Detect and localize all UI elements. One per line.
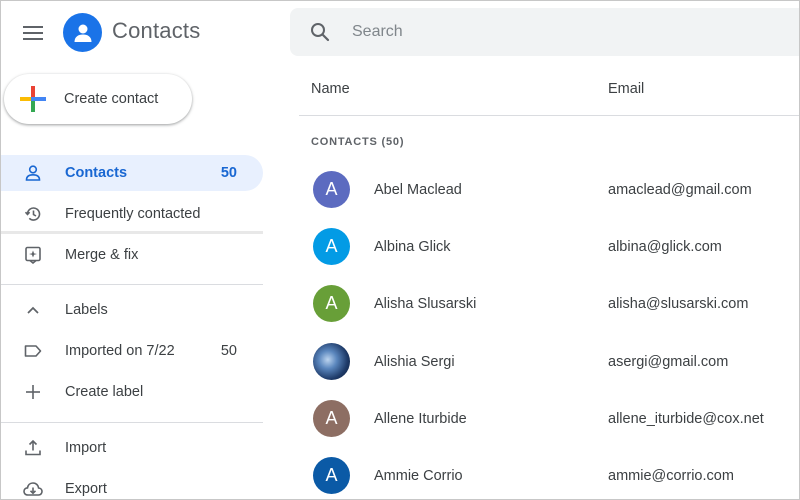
hamburger-menu-icon — [23, 26, 43, 40]
contact-email: allene_iturbide@cox.net — [608, 410, 764, 427]
contact-name: Ammie Corrio — [374, 467, 463, 484]
search-input[interactable] — [352, 23, 752, 41]
search-icon — [311, 23, 330, 42]
sidebar-item-merge-fix[interactable]: Merge & fix — [1, 237, 263, 273]
contacts-logo[interactable] — [63, 13, 102, 52]
sidebar-item-export[interactable]: Export — [1, 471, 263, 499]
avatar-photo — [313, 343, 350, 380]
avatar: A — [313, 171, 350, 208]
contacts-app: Contacts Create contact Contacts — [0, 0, 800, 500]
search-bar[interactable] — [290, 8, 799, 56]
search-button[interactable] — [296, 8, 344, 56]
contact-email: albina@glick.com — [608, 238, 722, 255]
avatar: A — [313, 457, 350, 494]
labels-section-toggle[interactable]: Labels — [1, 292, 263, 328]
main-menu-button[interactable] — [15, 15, 51, 51]
contact-row[interactable]: A Abel Maclead amaclead@gmail.com — [299, 161, 799, 218]
contact-email: ammie@corrio.com — [608, 467, 734, 484]
contact-row[interactable]: A Alisha Slusarski alisha@slusarski.com — [299, 275, 799, 332]
chevron-up-icon — [23, 300, 43, 320]
contact-row[interactable]: A Ammie Corrio ammie@corrio.com — [299, 447, 799, 499]
label-icon — [23, 341, 43, 361]
contacts-section-label: CONTACTS (50) — [311, 136, 405, 148]
sidebar-item-label: Contacts — [65, 165, 128, 181]
merge-fix-icon — [23, 245, 43, 265]
contact-row[interactable]: A Albina Glick albina@glick.com — [299, 218, 799, 275]
contact-name: Allene Iturbide — [374, 410, 467, 427]
contact-name: Alisha Slusarski — [374, 295, 477, 312]
colored-plus-icon — [20, 86, 46, 112]
contact-row[interactable]: A Allene Iturbide allene_iturbide@cox.ne… — [299, 390, 799, 447]
labels-section-header: Labels — [65, 302, 108, 318]
contact-name: Alishia Sergi — [374, 353, 455, 370]
contact-name: Albina Glick — [374, 238, 451, 255]
avatar: A — [313, 228, 350, 265]
person-icon — [23, 163, 43, 183]
upload-icon — [23, 438, 43, 458]
sidebar-item-label: Merge & fix — [65, 247, 139, 263]
sidebar-item-label: Import — [65, 440, 107, 456]
person-logo-icon — [74, 24, 91, 42]
history-icon — [23, 204, 43, 224]
sidebar-item-label: Imported on 7/22 — [65, 343, 175, 359]
column-header-name[interactable]: Name — [311, 81, 350, 97]
contact-name: Abel Maclead — [374, 181, 462, 198]
contact-row[interactable]: Alishia Sergi asergi@gmail.com — [299, 333, 799, 390]
header-divider — [299, 115, 799, 116]
contact-email: alisha@slusarski.com — [608, 295, 749, 312]
create-contact-button[interactable]: Create contact — [4, 74, 192, 124]
sidebar-item-frequently-contacted[interactable]: Frequently contacted — [1, 196, 263, 232]
sidebar-divider — [1, 231, 263, 234]
sidebar-divider — [1, 284, 263, 285]
contacts-count: 50 — [220, 165, 237, 181]
plus-icon — [23, 382, 43, 402]
sidebar-item-imported-label[interactable]: Imported on 7/22 50 — [1, 333, 263, 369]
column-header-email[interactable]: Email — [608, 81, 644, 97]
label-count: 50 — [220, 343, 237, 359]
sidebar-divider — [1, 422, 263, 423]
sidebar-item-label: Frequently contacted — [65, 206, 201, 222]
app-title: Contacts — [112, 18, 201, 43]
avatar: A — [313, 285, 350, 322]
sidebar-item-import[interactable]: Import — [1, 430, 263, 466]
cloud-download-icon — [23, 479, 43, 499]
contact-email: amaclead@gmail.com — [608, 181, 752, 198]
sidebar-item-contacts[interactable]: Contacts 50 — [1, 155, 263, 191]
sidebar-item-label: Create label — [65, 384, 144, 400]
sidebar-item-label: Export — [65, 481, 107, 497]
avatar: A — [313, 400, 350, 437]
create-contact-label: Create contact — [64, 91, 159, 107]
create-label-button[interactable]: Create label — [1, 374, 263, 410]
contact-email: asergi@gmail.com — [608, 353, 729, 370]
